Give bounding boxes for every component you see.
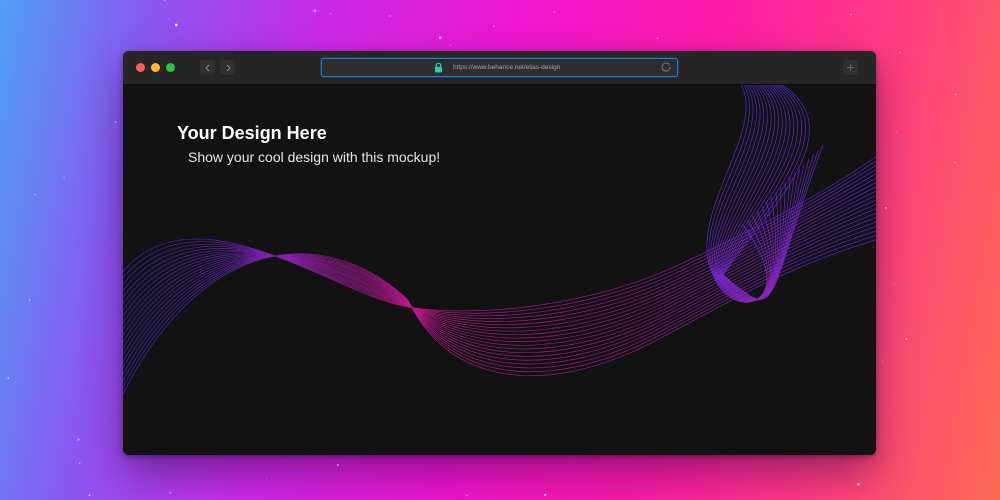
star-dot — [881, 360, 883, 362]
star-dot — [169, 491, 172, 494]
star-dot — [850, 13, 853, 16]
star-dot — [76, 439, 78, 442]
star-dot — [465, 494, 468, 497]
star-dot — [895, 131, 897, 133]
url-text[interactable]: https://www.behance.net/elias-design — [453, 63, 560, 72]
chevron-right-icon — [226, 64, 231, 71]
star-dot — [438, 36, 442, 40]
star-dot — [330, 13, 332, 15]
star-dot — [893, 283, 895, 285]
star-dot — [553, 11, 556, 13]
browser-window: https://www.behance.net/elias-design You… — [123, 51, 876, 455]
star-dot — [34, 193, 36, 196]
wave-line — [123, 156, 876, 312]
star-dot — [544, 493, 547, 497]
page-title: Your Design Here — [177, 123, 327, 143]
star-dot — [88, 494, 91, 497]
wave-band-main — [123, 156, 876, 395]
reload-icon[interactable] — [660, 61, 672, 73]
back-button[interactable] — [200, 60, 215, 75]
star-dot — [77, 438, 80, 441]
star-dot — [493, 25, 495, 27]
star-dot — [78, 462, 81, 464]
star-dot — [266, 477, 268, 479]
wave-line — [123, 212, 876, 356]
star-dot — [954, 161, 957, 164]
plus-icon — [847, 64, 854, 71]
wave-line — [123, 164, 876, 317]
browser-toolbar: https://www.behance.net/elias-design — [123, 51, 876, 85]
star-dot — [905, 338, 908, 340]
new-tab-button[interactable] — [843, 60, 858, 75]
wave-band-right — [706, 85, 824, 303]
star-dot — [163, 0, 166, 2]
wave-line — [123, 199, 876, 342]
star-dot — [28, 299, 31, 302]
star-dot — [313, 9, 317, 13]
star-dot — [63, 177, 65, 179]
wave-line — [123, 195, 876, 339]
star-dot — [899, 51, 902, 54]
star-dot — [857, 482, 860, 486]
star-dot — [174, 23, 178, 27]
lock-icon — [435, 62, 442, 73]
zoom-dot-icon[interactable] — [166, 63, 175, 72]
close-dot-icon[interactable] — [136, 63, 145, 72]
star-dot — [7, 377, 10, 380]
star-dot — [389, 15, 391, 17]
star-dot — [114, 121, 117, 123]
minimize-dot-icon[interactable] — [151, 63, 160, 72]
page-subtitle: Show your cool design with this mockup! — [188, 149, 441, 165]
star-dot — [336, 463, 339, 467]
star-dot — [884, 206, 887, 209]
page-viewport: Your Design Here Show your cool design w… — [123, 85, 876, 455]
forward-button[interactable] — [220, 60, 235, 75]
star-dot — [656, 37, 659, 40]
address-bar[interactable]: https://www.behance.net/elias-design — [321, 58, 678, 77]
wave-line — [706, 85, 768, 303]
star-dot — [954, 93, 957, 96]
star-dot — [449, 44, 451, 46]
chevron-left-icon — [204, 64, 209, 71]
star-dot — [168, 18, 170, 20]
